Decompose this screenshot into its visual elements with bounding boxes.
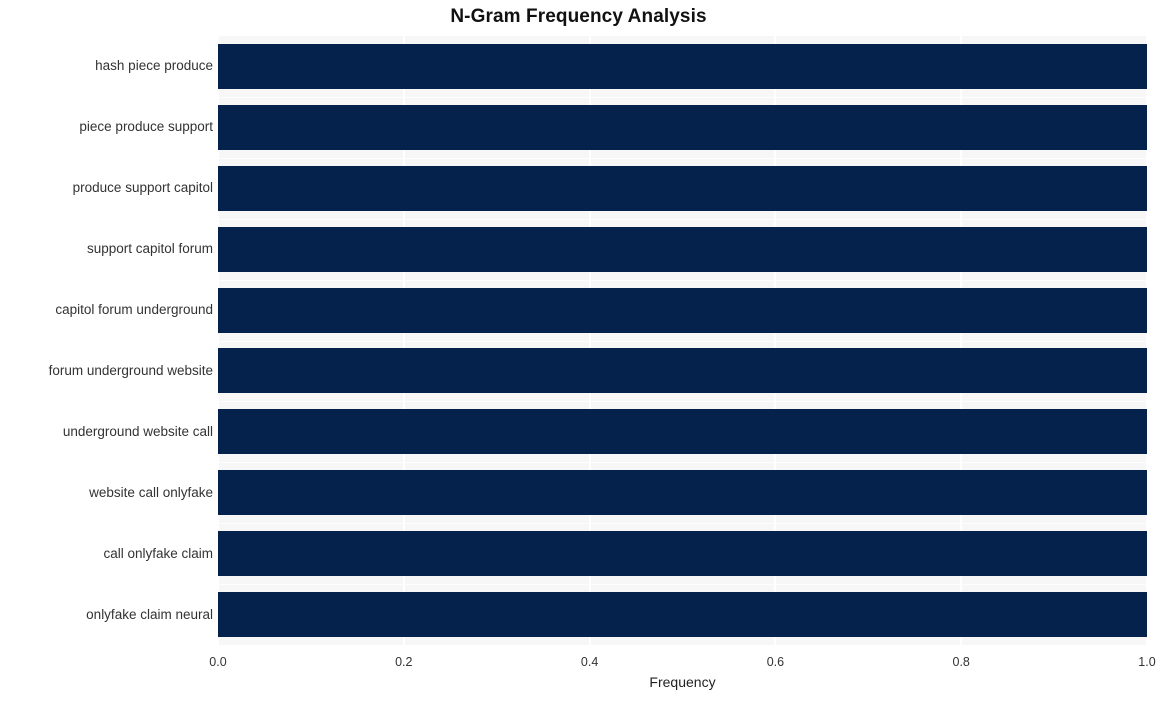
- x-axis-tick-label: 0.0: [209, 655, 227, 669]
- bar: [218, 531, 1147, 577]
- bar: [218, 348, 1147, 394]
- y-axis-tick-label: piece produce support: [79, 119, 213, 135]
- gridline-horizontal: [218, 158, 1147, 159]
- y-axis-tick-label: produce support capitol: [72, 180, 213, 196]
- y-axis-tick-label: onlyfake claim neural: [86, 606, 213, 622]
- x-axis-tick-labels: 0.0 0.2 0.4 0.6 0.8 1.0: [0, 645, 1157, 675]
- bar: [218, 409, 1147, 455]
- y-axis-tick-label: support capitol forum: [86, 241, 213, 257]
- bar: [218, 592, 1147, 638]
- gridline-horizontal: [218, 97, 1147, 98]
- plot-area: [218, 36, 1147, 645]
- x-axis-tick-label: 0.8: [952, 655, 970, 669]
- x-axis-tick-label: 0.6: [766, 655, 785, 669]
- x-axis-tick-label: 1.0: [1138, 655, 1156, 669]
- gridline-horizontal: [218, 584, 1147, 585]
- chart-figure: N-Gram Frequency Analysis hash piece pro…: [0, 0, 1157, 701]
- y-axis-tick-label: call onlyfake claim: [103, 545, 213, 561]
- bar: [218, 470, 1147, 516]
- bar: [218, 226, 1147, 272]
- bar: [218, 165, 1147, 211]
- y-axis-tick-label: forum underground website: [48, 362, 213, 378]
- y-axis-tick-label: hash piece produce: [95, 58, 213, 74]
- y-axis-tick-label: website call onlyfake: [89, 484, 213, 500]
- chart-title: N-Gram Frequency Analysis: [450, 6, 707, 27]
- gridline-horizontal: [218, 462, 1147, 463]
- x-axis-tick-label: 0.2: [395, 655, 413, 669]
- bar: [218, 43, 1147, 89]
- gridline-horizontal: [218, 523, 1147, 524]
- gridline-horizontal: [218, 401, 1147, 402]
- y-axis-tick-label: underground website call: [62, 423, 213, 439]
- x-axis-tick-label: 0.4: [580, 655, 599, 669]
- y-axis-tick-labels: hash piece produce piece produce support p…: [0, 36, 213, 645]
- gridline-horizontal: [218, 219, 1147, 220]
- bar: [218, 104, 1147, 150]
- gridline-horizontal: [218, 280, 1147, 281]
- bar: [218, 287, 1147, 333]
- x-axis-title: Frequency: [649, 674, 716, 690]
- y-axis-tick-label: capitol forum underground: [55, 302, 213, 318]
- gridline-horizontal: [218, 341, 1147, 342]
